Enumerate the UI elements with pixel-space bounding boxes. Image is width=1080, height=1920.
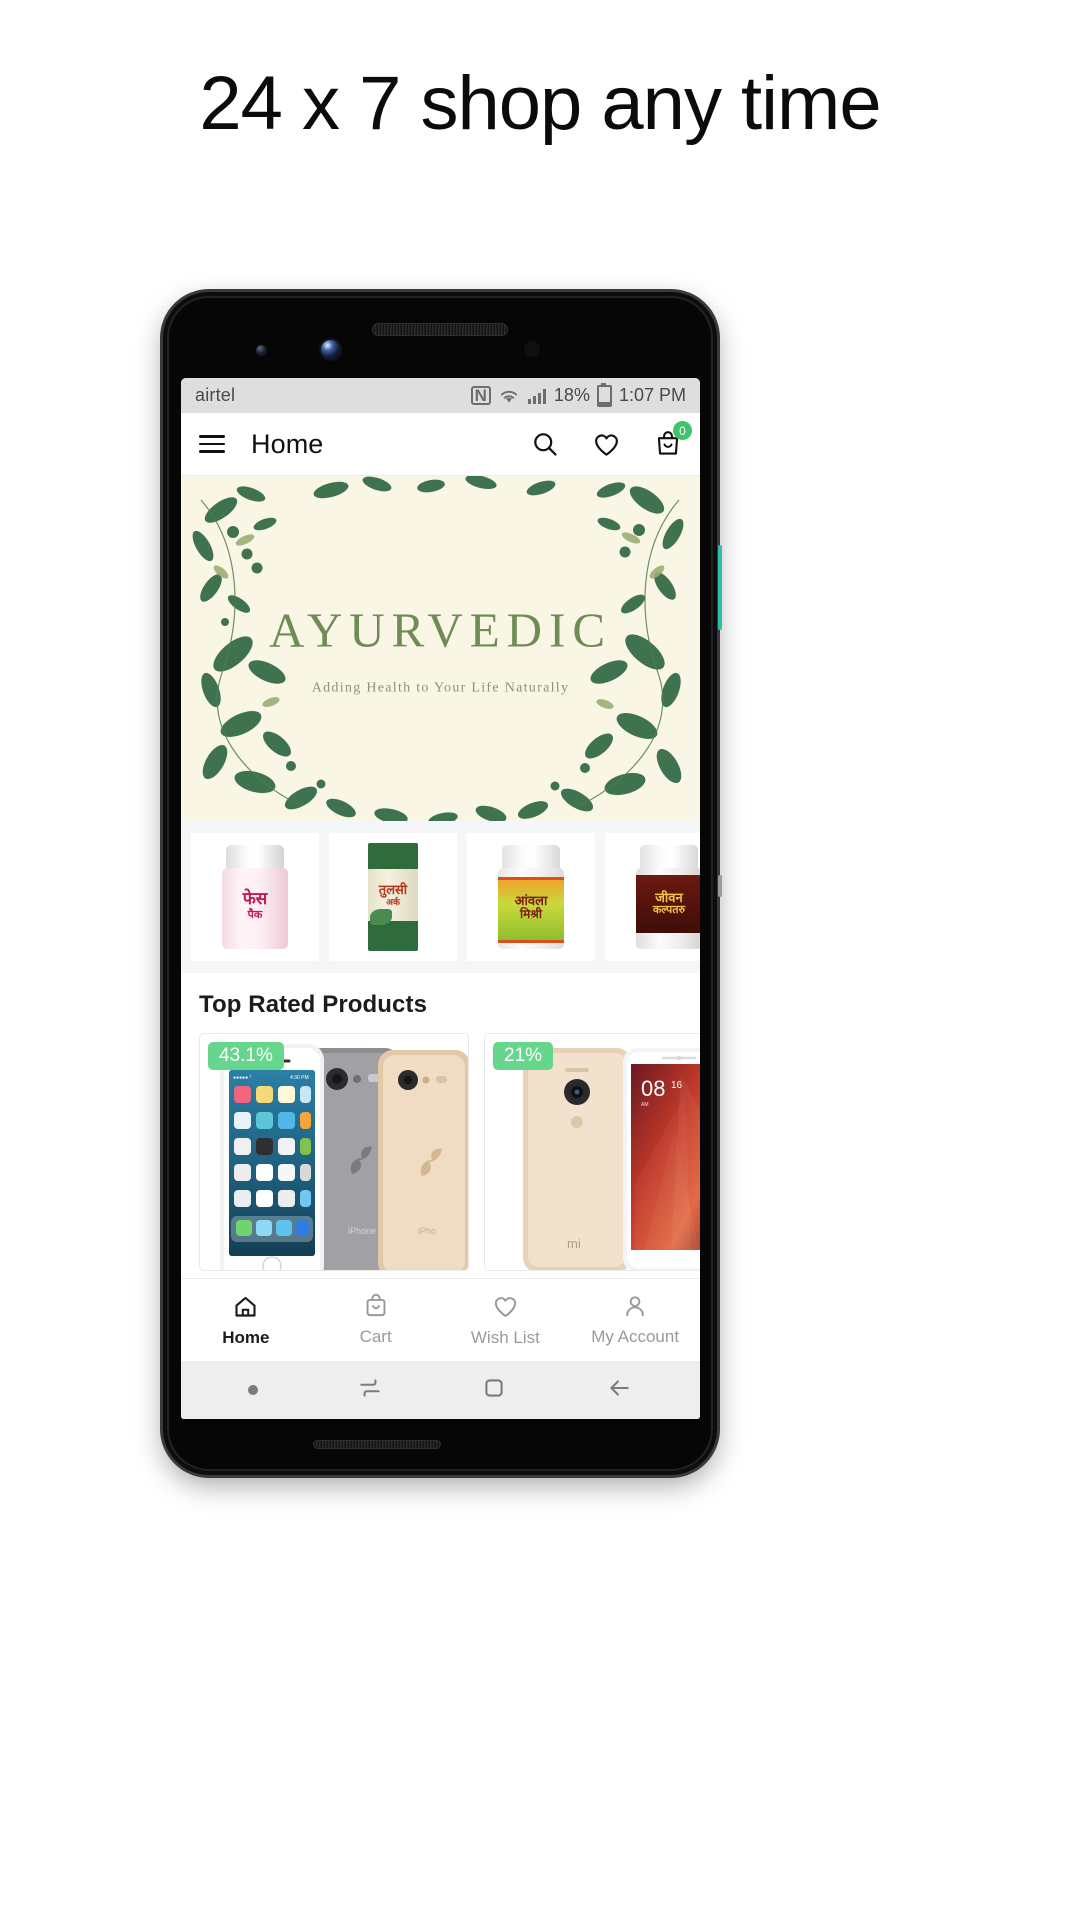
thumb-label-3b: मिश्री (520, 906, 542, 921)
bottom-speaker-grille (313, 1440, 441, 1449)
earpiece-speaker (372, 323, 508, 336)
svg-text:iPho: iPho (418, 1226, 436, 1236)
nav-item-wishlist[interactable]: Wish List (441, 1293, 571, 1348)
jeevan-kalpataru-jar-image: जीवन कल्पतरु (636, 845, 700, 949)
svg-text:4:30 PM: 4:30 PM (290, 1075, 309, 1081)
discount-badge: 21% (493, 1042, 554, 1070)
category-thumbnail-strip: फेस पैक तुलसी अर्क आंवला मिश्री जीवन कल्… (181, 821, 700, 973)
split-screen-icon[interactable] (356, 1375, 384, 1406)
face-pack-jar-image: फेस पैक (222, 845, 288, 949)
svg-text:16: 16 (671, 1080, 683, 1091)
nav-item-home[interactable]: Home (181, 1293, 311, 1348)
home-square-icon[interactable] (481, 1375, 507, 1406)
thumbnail-face-pack[interactable]: फेस पैक (191, 833, 319, 961)
thumb-label-4b: कल्पतरु (652, 904, 686, 917)
top-rated-section: Top Rated Products 43.1% ●●●●● ᵀ 4:30 PM… (181, 973, 700, 1271)
section-title-top-rated: Top Rated Products (199, 991, 428, 1018)
svg-text:mi: mi (567, 1236, 581, 1251)
product-carousel: 43.1% ●●●●● ᵀ 4:30 PM iPhone iPho 21% mi… (199, 1033, 700, 1271)
thumbnail-amla-mishri[interactable]: आंवला मिश्री (467, 833, 595, 961)
svg-text:●●●●● ᵀ: ●●●●● ᵀ (233, 1075, 252, 1081)
thumb-label-2: तुलसी (378, 881, 408, 897)
volume-button-accent (718, 545, 722, 630)
person-icon (626, 1296, 644, 1317)
discount-badge: 43.1% (208, 1042, 284, 1070)
thumbnail-jeevan-kalpataru[interactable]: जीवन कल्पतरु (605, 833, 700, 961)
amla-mishri-jar-image: आंवला मिश्री (498, 845, 564, 949)
android-system-nav-bar (181, 1361, 700, 1419)
product-card-iphone[interactable]: 43.1% ●●●●● ᵀ 4:30 PM iPhone iPho (199, 1033, 469, 1271)
banner-subtitle: Adding Health to Your Life Naturally (311, 680, 570, 695)
banner-title: AYURVEDIC (268, 602, 613, 657)
power-button-accent (718, 875, 722, 897)
nav-label-account: My Account (591, 1327, 680, 1346)
page-title: 24 x 7 shop any time (199, 61, 881, 146)
svg-text:08: 08 (641, 1076, 665, 1101)
svg-text:AM: AM (641, 1102, 649, 1108)
wishlist-heart-icon[interactable] (592, 430, 621, 459)
bottom-navigation-bar: Home Cart Wish List My Account (181, 1278, 700, 1361)
svg-text:iPhone: iPhone (348, 1226, 376, 1236)
light-sensor-icon (524, 341, 540, 357)
front-camera-icon (321, 340, 340, 359)
thumb-label-4: जीवन (655, 890, 683, 906)
tulsi-ark-box-image: तुलसी अर्क (368, 843, 418, 951)
nav-label-home: Home (222, 1327, 270, 1347)
nav-label-cart: Cart (359, 1327, 392, 1346)
nav-item-cart[interactable]: Cart (311, 1293, 441, 1347)
signal-bars-icon (527, 388, 546, 404)
thumb-label-1: फेस (242, 889, 268, 909)
app-bar-actions: 0 (531, 421, 692, 459)
phone-screen: airtel N 18% 1:07 PM Home 0 AYURVEDIC Ad… (181, 378, 700, 1419)
app-bar: Home 0 (181, 413, 700, 476)
nav-label-wishlist: Wish List (470, 1327, 540, 1347)
thumb-label-1b: पैक (247, 909, 263, 922)
hero-banner[interactable]: AYURVEDIC Adding Health to Your Life Nat… (181, 476, 700, 821)
thumb-label-3: आंवला (514, 892, 548, 908)
cart-bag-icon (366, 1293, 386, 1317)
thumb-label-2b: अर्क (386, 896, 400, 907)
recent-dot-icon[interactable] (247, 1385, 258, 1395)
app-bar-title: Home (251, 428, 324, 459)
clock-label: 1:07 PM (618, 385, 686, 405)
product-card-redmi[interactable]: 21% mi 08 16 AM (484, 1033, 700, 1271)
cart-count-badge: 0 (673, 421, 692, 440)
nfc-icon: N (470, 386, 491, 405)
status-bar: airtel N 18% 1:07 PM (181, 378, 700, 413)
carrier-label: airtel (195, 385, 236, 405)
battery-icon (596, 382, 612, 407)
home-icon (235, 1296, 256, 1317)
heart-icon (494, 1296, 517, 1317)
status-bar-right-group: N 18% 1:07 PM (470, 382, 686, 407)
banner-text-group: AYURVEDIC Adding Health to Your Life Nat… (181, 601, 700, 696)
battery-percent-label: 18% (553, 385, 590, 405)
proximity-sensor-icon (256, 345, 267, 356)
cart-bag-icon[interactable]: 0 (654, 421, 692, 458)
back-arrow-icon[interactable] (605, 1375, 633, 1406)
search-icon[interactable] (531, 430, 559, 458)
nav-item-account[interactable]: My Account (570, 1293, 700, 1347)
hamburger-menu-icon[interactable] (199, 435, 225, 453)
wifi-icon (500, 390, 518, 402)
thumbnail-tulsi-ark[interactable]: तुलसी अर्क (329, 833, 457, 961)
